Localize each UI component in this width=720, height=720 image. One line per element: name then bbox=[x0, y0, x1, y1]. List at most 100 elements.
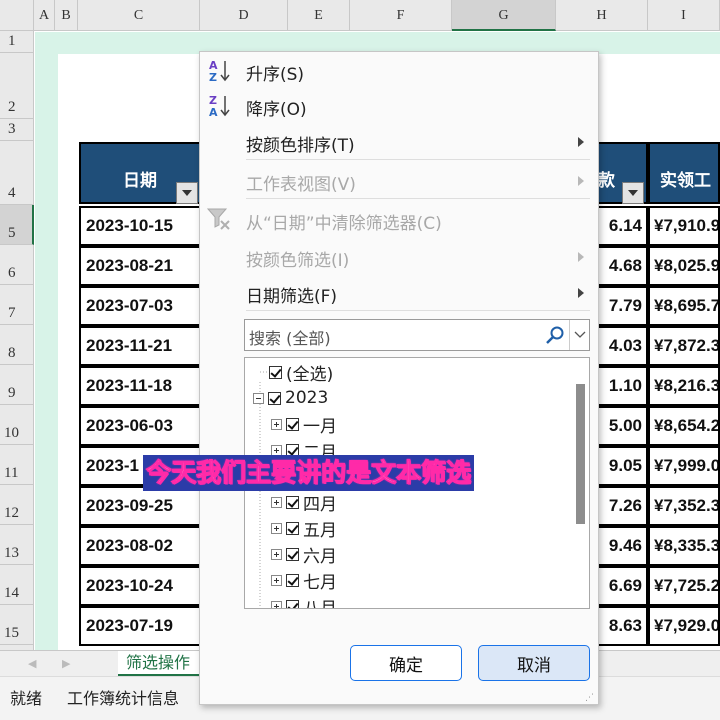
checkbox-checked-icon[interactable] bbox=[286, 521, 299, 535]
tree-item-month[interactable]: 一月 bbox=[271, 412, 337, 437]
date-cell[interactable]: 2023-06-03 bbox=[79, 406, 201, 446]
row-header-6[interactable]: 6 bbox=[0, 245, 34, 285]
pay-cell[interactable]: ¥8,695.7 bbox=[648, 286, 720, 326]
row-header-13[interactable]: 13 bbox=[0, 525, 34, 565]
collapse-icon[interactable] bbox=[253, 392, 264, 404]
sheet-tab[interactable]: 筛选操作 bbox=[118, 651, 208, 677]
pay-cell[interactable]: ¥7,725.2 bbox=[648, 566, 720, 606]
date-cell[interactable]: 2023-08-21 bbox=[79, 246, 201, 286]
row-header-10[interactable]: 10 bbox=[0, 405, 34, 445]
column-header-a[interactable]: A bbox=[34, 0, 55, 31]
next-sheet-arrow-icon[interactable]: ▶ bbox=[62, 657, 70, 670]
tree-item-month[interactable]: 六月 bbox=[271, 542, 337, 567]
expand-icon[interactable] bbox=[271, 444, 282, 456]
date-cell[interactable]: 2023-10-15 bbox=[79, 206, 201, 246]
date-filters-item[interactable]: 日期筛选(F) bbox=[246, 282, 337, 307]
cancel-button[interactable]: 取消 bbox=[478, 645, 590, 681]
amount-cell[interactable]: 5.00 bbox=[592, 406, 648, 446]
column-header-d[interactable]: D bbox=[200, 0, 288, 31]
checkbox-checked-icon[interactable] bbox=[286, 495, 299, 509]
row-header-4[interactable]: 4 bbox=[0, 141, 34, 205]
tree-item-month[interactable]: 五月 bbox=[271, 516, 337, 541]
row-header-5[interactable]: 5 bbox=[0, 205, 34, 245]
amount-cell[interactable]: 9.46 bbox=[592, 526, 648, 566]
scrollbar-thumb[interactable] bbox=[576, 384, 585, 524]
date-cell[interactable]: 2023-07-03 bbox=[79, 286, 201, 326]
search-options-dropdown[interactable] bbox=[569, 320, 589, 350]
amount-cell[interactable]: 4.03 bbox=[592, 326, 648, 366]
row-header-9[interactable]: 9 bbox=[0, 365, 34, 405]
pay-cell[interactable]: ¥8,335.3 bbox=[648, 526, 720, 566]
checkbox-checked-icon[interactable] bbox=[269, 365, 282, 379]
pay-cell[interactable]: ¥7,352.3 bbox=[648, 486, 720, 526]
row-header-11[interactable]: 11 bbox=[0, 445, 34, 485]
expand-icon[interactable] bbox=[271, 418, 282, 430]
date-cell[interactable]: 2023-08-02 bbox=[79, 526, 201, 566]
row-header-1[interactable]: 1 bbox=[0, 31, 34, 53]
pay-cell[interactable]: ¥7,910.9 bbox=[648, 206, 720, 246]
column-header-e[interactable]: E bbox=[288, 0, 350, 31]
row-header-14[interactable]: 14 bbox=[0, 565, 34, 605]
date-cell[interactable]: 2023-07-19 bbox=[79, 606, 201, 646]
date-filter-button[interactable] bbox=[176, 182, 198, 204]
expand-icon[interactable] bbox=[271, 548, 282, 560]
date-cell[interactable]: 2023-09-25 bbox=[79, 486, 201, 526]
amount-cell[interactable]: 7.26 bbox=[592, 486, 648, 526]
ok-button[interactable]: 确定 bbox=[350, 645, 462, 681]
tree-scrollbar[interactable] bbox=[571, 358, 589, 608]
tree-item-month[interactable]: 四月 bbox=[271, 490, 337, 515]
sort-descending-item[interactable]: 降序(O) bbox=[246, 95, 307, 120]
tree-item-month[interactable]: 七月 bbox=[271, 568, 337, 593]
row-header-2[interactable]: 2 bbox=[0, 53, 34, 119]
expand-icon[interactable] bbox=[271, 600, 282, 608]
tree-item-select-all[interactable]: (全选) bbox=[269, 360, 333, 385]
amount-cell[interactable]: 9.05 bbox=[592, 446, 648, 486]
column-header-b[interactable]: B bbox=[55, 0, 78, 31]
pay-cell[interactable]: ¥8,025.9 bbox=[648, 246, 720, 286]
row-header-7[interactable]: 7 bbox=[0, 285, 34, 325]
sort-by-color-item[interactable]: 按颜色排序(T) bbox=[246, 131, 355, 156]
sheet-view-item[interactable]: 工作表视图(V) bbox=[246, 170, 356, 195]
expand-icon[interactable] bbox=[271, 522, 282, 534]
select-all-corner[interactable] bbox=[0, 0, 34, 31]
pay-cell[interactable]: ¥7,999.0 bbox=[648, 446, 720, 486]
date-cell[interactable]: 2023-11-21 bbox=[79, 326, 201, 366]
amount-cell[interactable]: 8.63 bbox=[592, 606, 648, 646]
column-header-i[interactable]: I bbox=[648, 0, 720, 31]
expand-icon[interactable] bbox=[271, 574, 282, 586]
checkbox-checked-icon[interactable] bbox=[286, 573, 299, 587]
pay-cell[interactable]: ¥8,654.2 bbox=[648, 406, 720, 446]
amount-cell[interactable]: 4.68 bbox=[592, 246, 648, 286]
row-header-15[interactable]: 15 bbox=[0, 605, 34, 645]
amount-cell[interactable]: 1.10 bbox=[592, 366, 648, 406]
column-header-f[interactable]: F bbox=[350, 0, 452, 31]
resize-grip-icon[interactable]: ⋰ bbox=[585, 694, 595, 703]
checkbox-checked-icon[interactable] bbox=[286, 417, 299, 431]
amount-cell[interactable]: 7.79 bbox=[592, 286, 648, 326]
sort-ascending-item[interactable]: 升序(S) bbox=[246, 60, 304, 85]
column-header-c[interactable]: C bbox=[78, 0, 200, 31]
row-header-12[interactable]: 12 bbox=[0, 485, 34, 525]
pay-cell[interactable]: ¥7,872.3 bbox=[648, 326, 720, 366]
row-header-8[interactable]: 8 bbox=[0, 325, 34, 365]
workbook-statistics[interactable]: 工作簿统计信息 bbox=[67, 685, 179, 709]
filter-by-color-item[interactable]: 按颜色筛选(I) bbox=[246, 246, 349, 271]
column-header-h[interactable]: H bbox=[556, 0, 648, 31]
amount-cell[interactable]: 6.69 bbox=[592, 566, 648, 606]
expand-icon[interactable] bbox=[271, 496, 282, 508]
amount-cell[interactable]: 6.14 bbox=[592, 206, 648, 246]
pay-cell[interactable]: ¥7,929.0 bbox=[648, 606, 720, 646]
tree-item-year[interactable]: 2023 bbox=[253, 386, 328, 410]
checkbox-checked-icon[interactable] bbox=[268, 391, 281, 405]
checkbox-checked-icon[interactable] bbox=[286, 547, 299, 561]
pay-cell[interactable]: ¥8,216.3 bbox=[648, 366, 720, 406]
amount-filter-button[interactable] bbox=[622, 182, 644, 204]
clear-filter-item[interactable]: 从“日期”中清除筛选器(C) bbox=[246, 209, 442, 234]
prev-sheet-arrow-icon[interactable]: ◀ bbox=[28, 657, 36, 670]
date-cell[interactable]: 2023-11-18 bbox=[79, 366, 201, 406]
tree-item-month[interactable]: 八月 bbox=[271, 594, 337, 608]
row-header-3[interactable]: 3 bbox=[0, 119, 34, 141]
column-header-g[interactable]: G bbox=[452, 0, 556, 31]
checkbox-checked-icon[interactable] bbox=[286, 599, 299, 608]
date-cell[interactable]: 2023-10-24 bbox=[79, 566, 201, 606]
